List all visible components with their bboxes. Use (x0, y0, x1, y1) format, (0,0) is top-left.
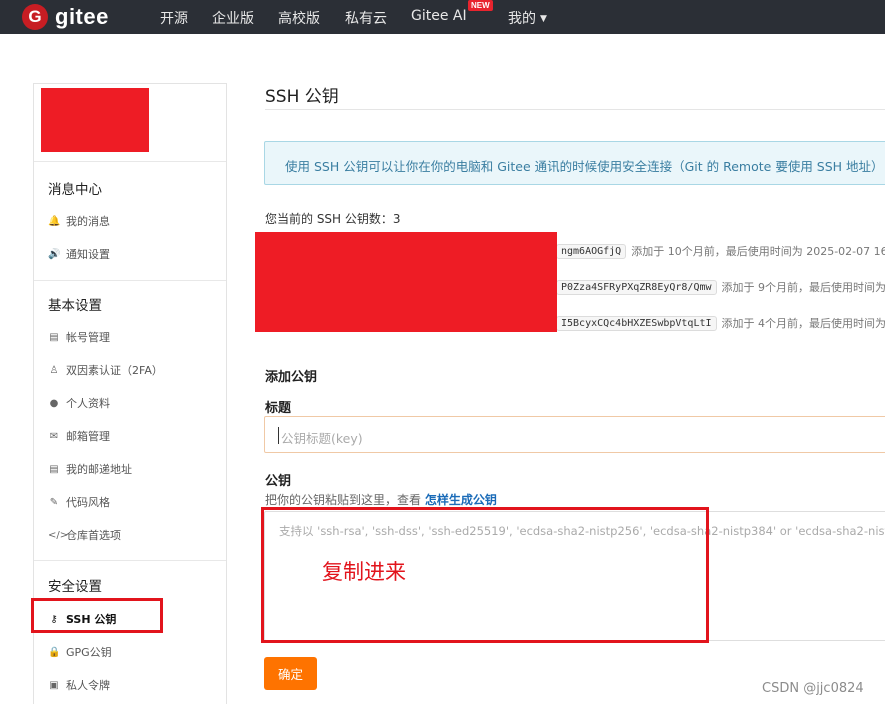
sidebar-divider (34, 161, 226, 162)
sidebar-item-2fa[interactable]: ♙ 双因素认证（2FA） (48, 362, 163, 378)
sidebar-item-label: 双因素认证（2FA） (66, 364, 163, 377)
text-cursor (278, 427, 279, 444)
new-badge: NEW (468, 0, 493, 11)
annotation-box-textarea (261, 507, 709, 643)
nav-mine-dropdown[interactable]: 我的 ▼ (508, 8, 547, 28)
ssh-key-count-value: 3 (392, 212, 401, 226)
key-field-label: 公钥 (265, 474, 292, 489)
ssh-key-count: 您当前的 SSH 公钥数：3 (265, 210, 401, 227)
id-card-icon: ▤ (49, 331, 59, 343)
key-meta: 添加于 9个月前，最后使用时间为 2 (721, 281, 885, 294)
nav-open-source[interactable]: 开源 (160, 8, 188, 28)
top-nav: G gitee 开源 企业版 高校版 私有云 Gitee AI NEW 我的 ▼ (0, 0, 885, 34)
sidebar-item-label: 私人令牌 (66, 679, 110, 692)
sidebar-item-postal-address[interactable]: ▤ 我的邮递地址 (48, 461, 132, 477)
key-hint: 把你的公钥粘贴到这里，查看 怎样生成公钥 (265, 491, 497, 508)
sidebar-item-profile[interactable]: ● 个人资料 (48, 395, 110, 411)
user-icon: ● (49, 397, 59, 409)
ssh-key-row[interactable]: ngm6AOGfjQ 添加于 10个月前，最后使用时间为 2025-02-07 … (556, 243, 885, 259)
redaction-block (255, 232, 557, 332)
how-to-generate-link[interactable]: 怎样生成公钥 (425, 493, 497, 507)
nav-gitee-ai[interactable]: Gitee AI (411, 8, 467, 24)
bell-icon: 🔔 (48, 215, 61, 227)
title-field-label: 标题 (265, 401, 292, 416)
page-title: SSH 公钥 (265, 87, 339, 107)
nav-mine-label: 我的 (508, 11, 536, 27)
sidebar-item-gpg-keys[interactable]: 🔒 GPG公钥 (48, 644, 112, 660)
sidebar-item-label: 仓库首选项 (66, 529, 121, 542)
sidebar-item-label: 我的消息 (66, 215, 110, 228)
group-title-messages: 消息中心 (48, 182, 102, 198)
key-title-placeholder: 公钥标题(key) (281, 431, 363, 446)
sidebar-item-label: 通知设置 (66, 248, 110, 261)
sidebar-item-label: 邮箱管理 (66, 430, 110, 443)
sidebar-item-code-style[interactable]: ✎ 代码风格 (48, 494, 110, 510)
sidebar-item-email[interactable]: ✉ 邮箱管理 (48, 428, 110, 444)
sidebar-item-notification-settings[interactable]: 🔊 通知设置 (48, 246, 110, 262)
key-hint-text: 把你的公钥粘贴到这里，查看 (265, 493, 422, 507)
key-meta: 添加于 4个月前，最后使用时间为 2 (721, 317, 885, 330)
ssh-key-row[interactable]: P0Zza4SFRyPXqZR8EyQr8/Qmw 添加于 9个月前，最后使用时… (556, 279, 885, 295)
key-meta: 添加于 10个月前，最后使用时间为 2025-02-07 16:25 (631, 245, 885, 258)
sidebar-item-personal-token[interactable]: ▣ 私人令牌 (48, 677, 110, 693)
info-text: 使用 SSH 公钥可以让你在你的电脑和 Gitee 通讯的时候使用安全连接（Gi… (285, 159, 884, 174)
brush-icon: ✎ (49, 496, 59, 508)
speaker-icon: 🔊 (48, 248, 61, 260)
gitee-logo[interactable]: G gitee (22, 4, 109, 30)
avatar (41, 88, 149, 152)
group-title-basic: 基本设置 (48, 298, 102, 314)
sidebar-item-label: 代码风格 (66, 496, 110, 509)
nav-enterprise[interactable]: 企业版 (212, 8, 254, 28)
mail-icon: ✉ (49, 430, 59, 442)
sidebar-item-repo-preferences[interactable]: </> 仓库首选项 (48, 527, 121, 543)
sidebar-divider (34, 280, 226, 281)
nav-education[interactable]: 高校版 (278, 8, 320, 28)
sidebar-item-label: 我的邮递地址 (66, 463, 132, 476)
sidebar-divider (34, 560, 226, 561)
key-fingerprint: I5BcyxCQc4bHXZESwbpVtqLtI (556, 315, 717, 331)
sidebar-item-account[interactable]: ▤ 帐号管理 (48, 329, 110, 345)
add-key-section-title: 添加公钥 (265, 370, 318, 385)
sidebar-item-my-messages[interactable]: 🔔 我的消息 (48, 213, 110, 229)
key-fingerprint: ngm6AOGfjQ (556, 243, 627, 259)
group-title-security: 安全设置 (48, 579, 102, 595)
chevron-down-icon: ▼ (540, 14, 547, 24)
info-alert: 使用 SSH 公钥可以让你在你的电脑和 Gitee 通讯的时候使用安全连接（Gi… (264, 141, 885, 185)
confirm-button[interactable]: 确定 (264, 657, 317, 690)
watermark: CSDN @jjc0824 (762, 681, 864, 696)
title-divider (265, 109, 885, 110)
sidebar-item-label: 个人资料 (66, 397, 110, 410)
two-factor-icon: ♙ (49, 364, 59, 376)
key-fingerprint: P0Zza4SFRyPXqZR8EyQr8/Qmw (556, 279, 717, 295)
annotation-box-ssh (31, 598, 163, 633)
nav-private-cloud[interactable]: 私有云 (345, 8, 387, 28)
gitee-logo-icon: G (22, 4, 48, 30)
token-icon: ▣ (49, 679, 59, 691)
address-icon: ▤ (49, 463, 59, 475)
gitee-logo-text: gitee (55, 4, 109, 29)
ssh-key-row[interactable]: I5BcyxCQc4bHXZESwbpVtqLtI 添加于 4个月前，最后使用时… (556, 315, 885, 331)
key-title-input[interactable]: 公钥标题(key) (264, 416, 885, 453)
sidebar-item-label: 帐号管理 (66, 331, 110, 344)
code-icon: </> (48, 529, 69, 541)
sidebar-item-label: GPG公钥 (66, 646, 112, 659)
ssh-key-count-label: 您当前的 SSH 公钥数： (265, 212, 393, 226)
lock-icon: 🔒 (48, 646, 61, 658)
